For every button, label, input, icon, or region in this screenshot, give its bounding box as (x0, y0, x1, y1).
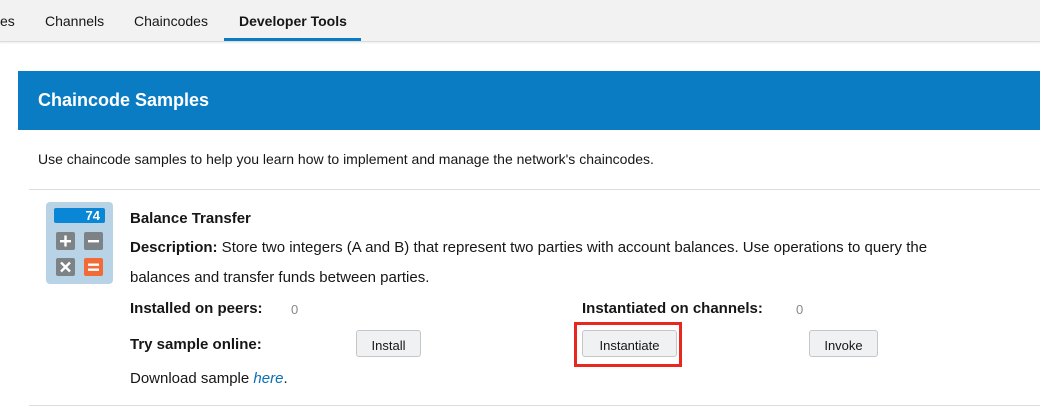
tab-partial-left[interactable]: es (0, 0, 15, 41)
panel-title: Chaincode Samples (38, 90, 210, 110)
invoke-button[interactable]: Invoke (809, 330, 878, 357)
chaincode-samples-panel: Chaincode Samples Use chaincode samples … (18, 71, 1040, 413)
description-text-line1: Store two integers (A and B) that repres… (217, 239, 928, 256)
install-button[interactable]: Install (356, 330, 421, 357)
calculator-icon: 74 (46, 202, 113, 284)
description-label: Description: (130, 239, 218, 256)
download-prefix: Download sample (130, 370, 254, 387)
instantiated-on-channels-value: 0 (796, 302, 804, 317)
download-sample-text: Download sample here. (130, 370, 288, 387)
tab-chaincodes[interactable]: Chaincodes (134, 0, 208, 41)
installed-on-peers-label: Installed on peers: (130, 300, 263, 317)
top-tab-bar: es Channels Chaincodes Developer Tools (0, 0, 1040, 42)
description-text-line2: balances and transfer funds between part… (130, 269, 430, 286)
active-tab-indicator (224, 38, 361, 41)
download-suffix: . (283, 370, 288, 387)
instantiated-on-channels-label: Instantiated on channels: (582, 300, 763, 317)
tab-developer-tools[interactable]: Developer Tools (239, 0, 347, 41)
panel-header: Chaincode Samples (18, 71, 1040, 130)
try-sample-online-label: Try sample online: (130, 336, 262, 353)
divider-top (29, 189, 1040, 190)
installed-on-peers-value: 0 (291, 302, 299, 317)
calculator-display-value: 74 (86, 208, 101, 223)
panel-intro-text: Use chaincode samples to help you learn … (38, 151, 654, 167)
tab-channels[interactable]: Channels (45, 0, 104, 41)
instantiate-button[interactable]: Instantiate (582, 330, 677, 357)
divider-bottom (29, 405, 1040, 406)
sample-description: Description: Store two integers (A and B… (130, 239, 927, 256)
sample-name: Balance Transfer (130, 210, 251, 227)
download-here-link[interactable]: here (253, 370, 283, 387)
